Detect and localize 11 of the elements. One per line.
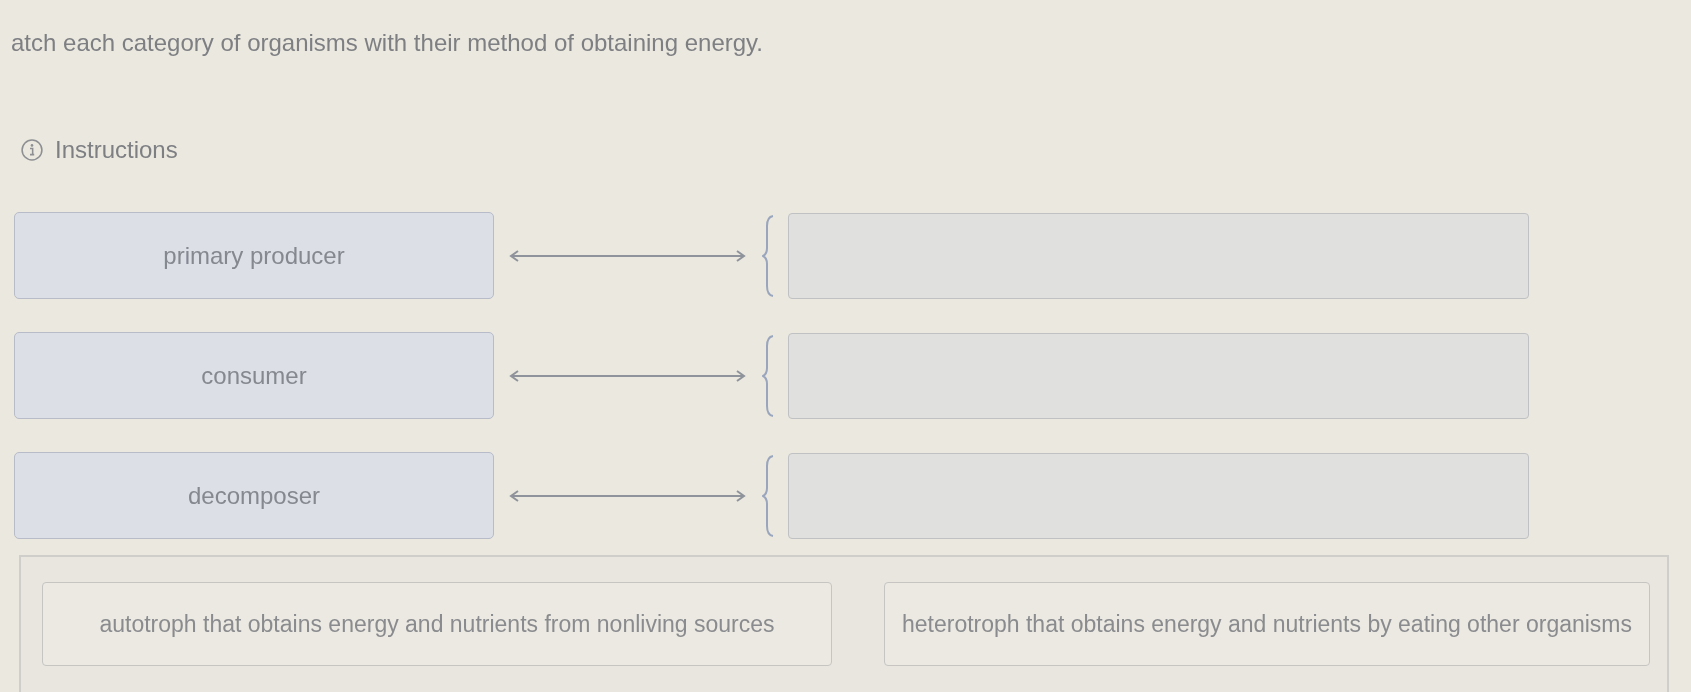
info-icon	[21, 139, 43, 161]
term-label: decomposer	[187, 481, 321, 510]
answer-drop-zone[interactable]	[788, 452, 1529, 539]
question-prompt: atch each category of organisms with their method of obtaining energy.	[11, 28, 763, 58]
answer-drop-zone[interactable]	[788, 212, 1529, 299]
term-label: primary producer	[163, 241, 345, 270]
answer-drop-zone[interactable]	[788, 332, 1529, 419]
answer-card[interactable]: autotroph that obtains energy and nutrients from nonliving sources	[42, 582, 832, 666]
answer-card[interactable]: heterotroph that obtains energy and nutrients by eating other organisms	[884, 582, 1650, 666]
term-label: consumer	[201, 361, 307, 390]
instructions-link[interactable]: Instructions	[55, 135, 178, 165]
